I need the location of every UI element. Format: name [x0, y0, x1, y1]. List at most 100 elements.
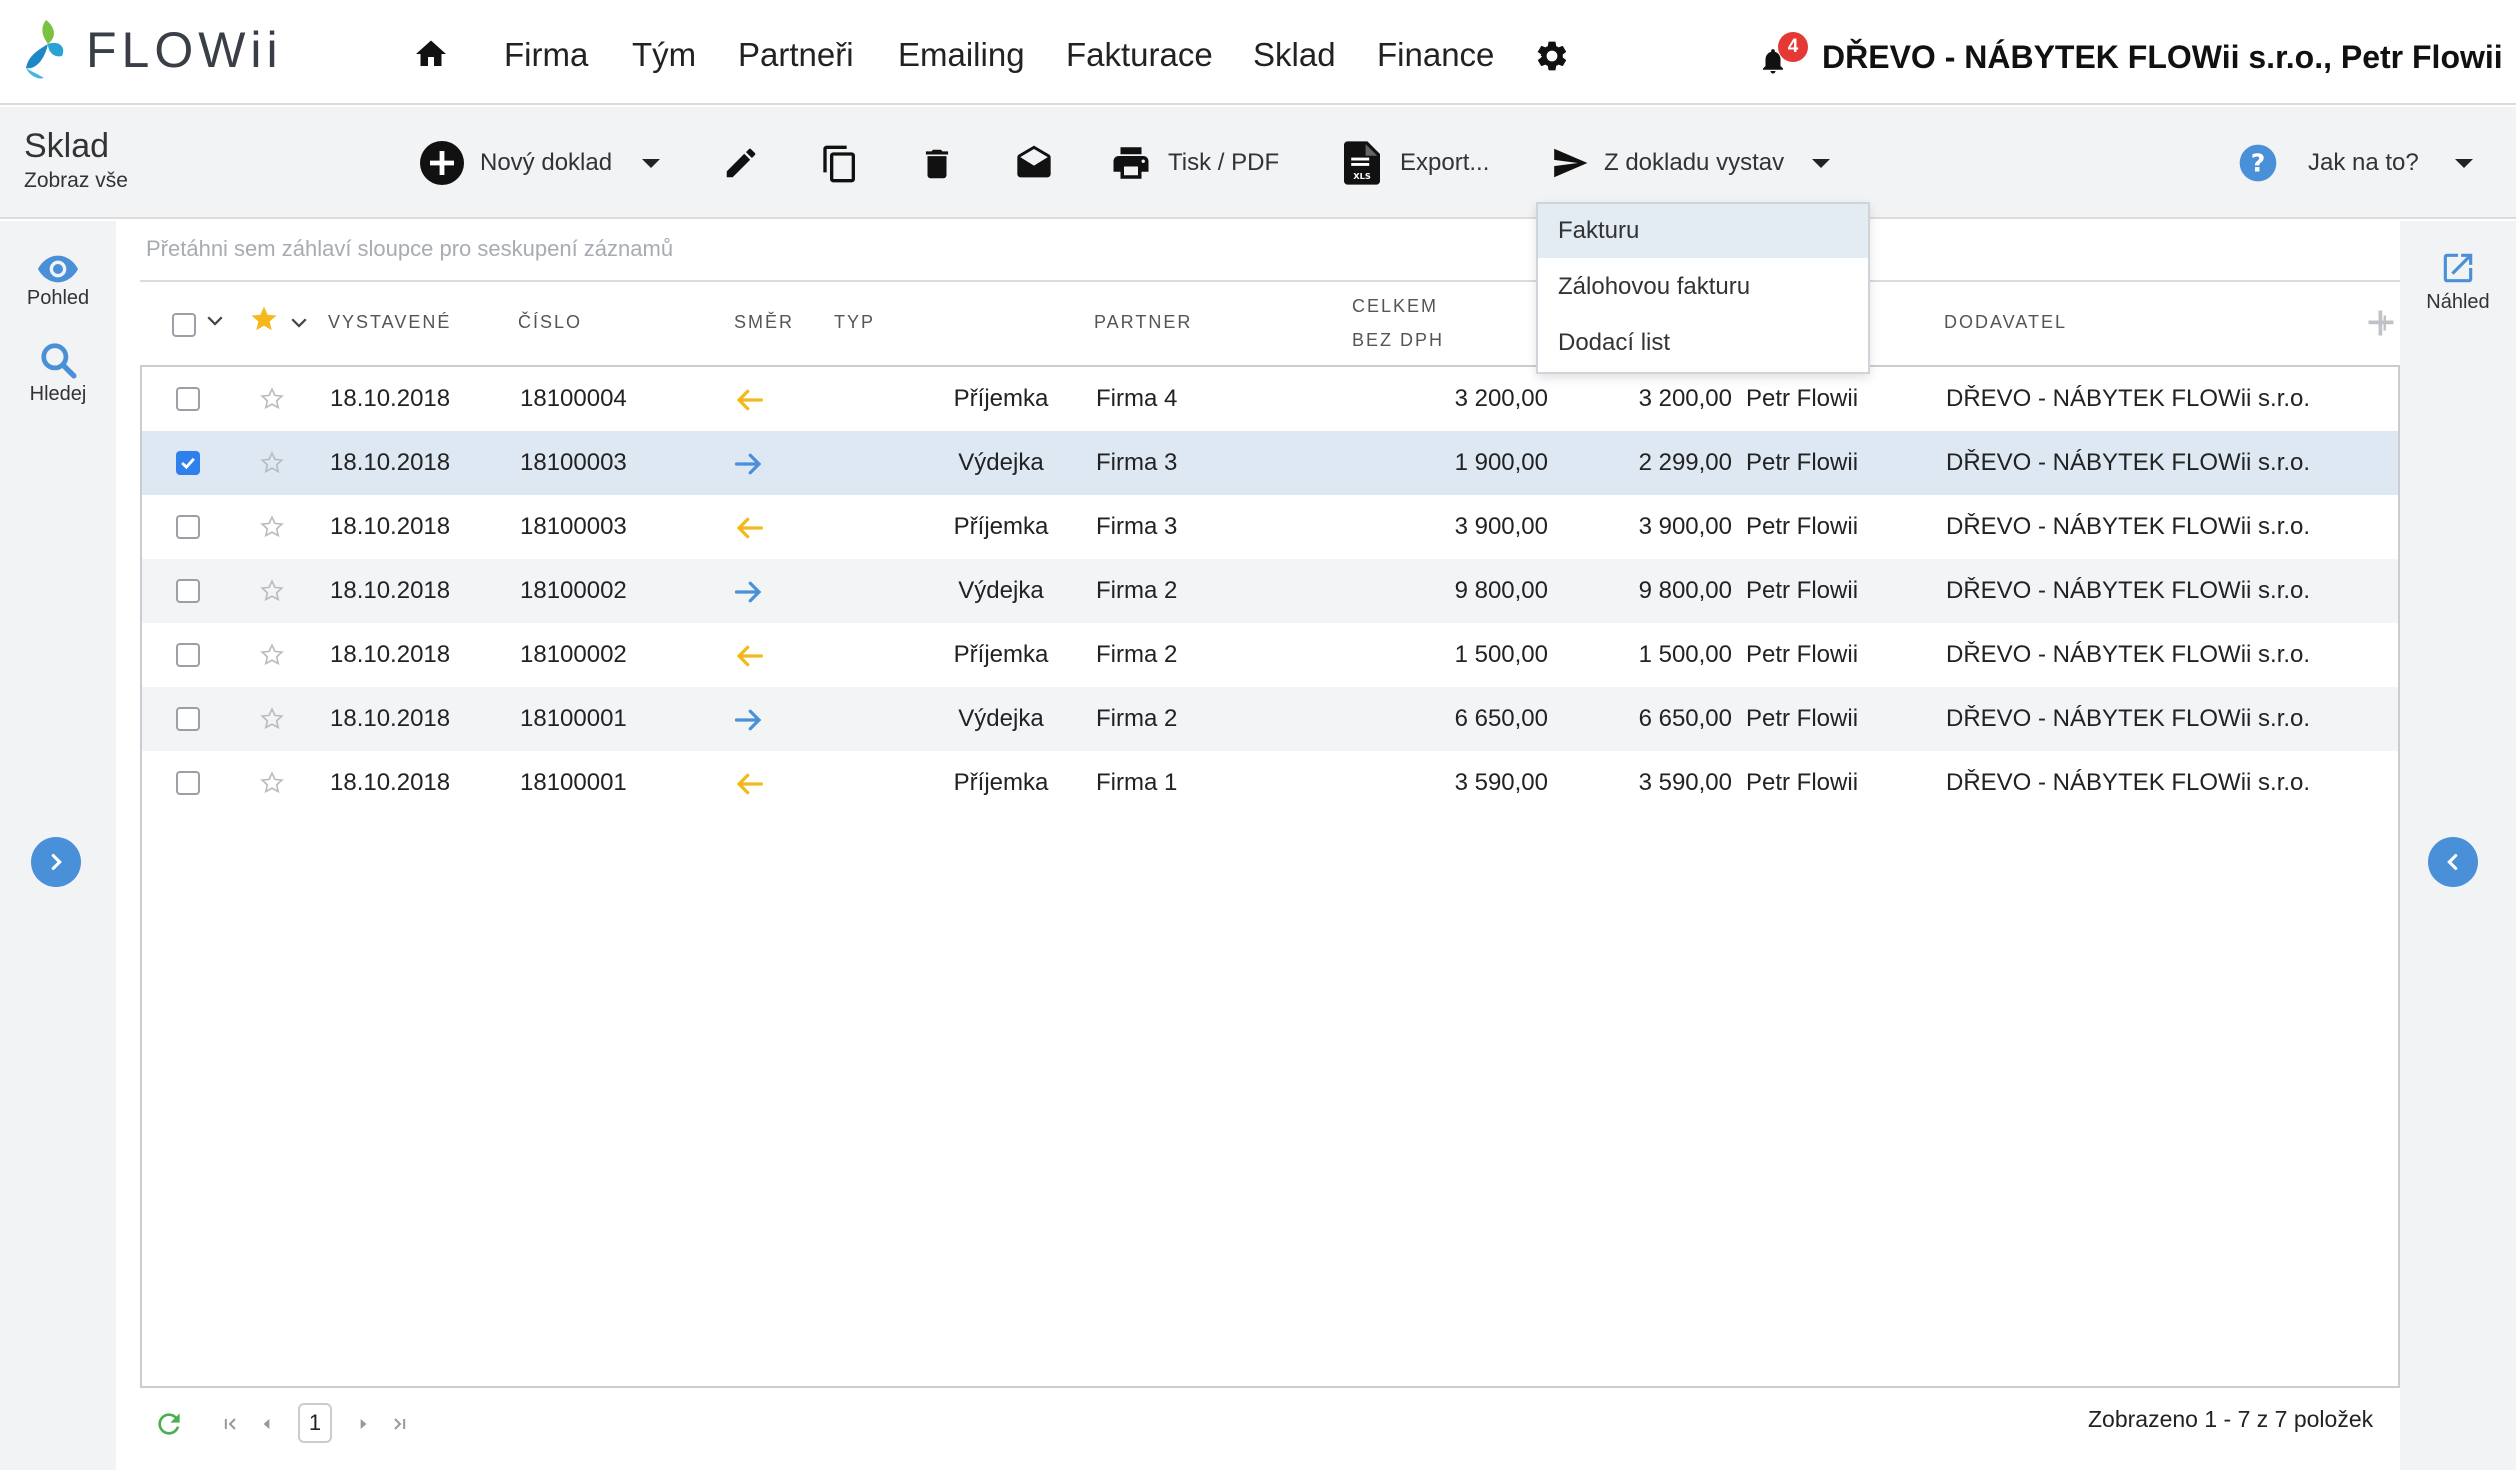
chevron-down-icon[interactable] — [1812, 158, 1831, 168]
expand-right-panel-button[interactable] — [2428, 837, 2478, 887]
row-checkbox[interactable] — [176, 771, 200, 795]
issue-from-document-label: Z dokladu vystav — [1604, 149, 1785, 176]
table-row[interactable]: 18.10.2018 18100004 Příjemka Firma 4 3 200,0… — [142, 367, 2398, 431]
printer-icon — [1113, 147, 1149, 179]
nav-item-finance[interactable]: Finance — [1377, 30, 1494, 80]
row-checkbox[interactable] — [176, 451, 200, 475]
issue-from-document-button[interactable]: Z dokladu vystav — [1548, 135, 1831, 191]
copy-icon[interactable] — [820, 144, 860, 184]
column-header-issued[interactable]: VYSTAVENÉ — [328, 312, 451, 333]
cell-total: 2 299,00 — [1638, 449, 1732, 476]
logo-icon — [26, 20, 64, 79]
favorite-star-icon[interactable] — [258, 705, 286, 733]
nav-item-emailing[interactable]: Emailing — [898, 30, 1025, 80]
table-row[interactable]: 18.10.2018 18100001 Příjemka Firma 1 3 590,0… — [142, 751, 2398, 815]
column-settings-icon[interactable] — [2366, 310, 2396, 336]
row-checkbox[interactable] — [176, 515, 200, 539]
current-page[interactable]: 1 — [298, 1403, 332, 1443]
new-document-button[interactable]: Nový doklad — [418, 135, 661, 191]
table-row[interactable]: 18.10.2018 18100002 Výdejka Firma 2 9 800,00… — [142, 559, 2398, 623]
column-header-type[interactable]: TYP — [834, 312, 875, 333]
help-button[interactable]: ? Jak na to? — [2238, 135, 2473, 191]
cell-number: 18100002 — [520, 641, 627, 668]
cell-supplier: DŘEVO - NÁBYTEK FLOWii s.r.o. — [1946, 385, 2311, 412]
cell-total: 3 900,00 — [1638, 513, 1732, 540]
favorite-star-icon[interactable] — [258, 577, 286, 605]
nav-item-sklad[interactable]: Sklad — [1253, 30, 1336, 80]
row-checkbox[interactable] — [176, 387, 200, 411]
favorite-star-icon[interactable] — [258, 513, 286, 541]
menu-item-invoice[interactable]: Fakturu — [1538, 204, 1868, 258]
logo[interactable]: FLOWii — [24, 18, 283, 82]
chevron-down-icon[interactable] — [2454, 158, 2473, 168]
first-page-icon[interactable] — [220, 1414, 240, 1434]
cell-issued: 18.10.2018 — [330, 513, 451, 540]
cell-supplier: DŘEVO - NÁBYTEK FLOWii s.r.o. — [1946, 705, 2311, 732]
svg-text:XLS: XLS — [1353, 171, 1371, 181]
print-pdf-button[interactable]: Tisk / PDF — [1108, 135, 1279, 191]
favorite-star-icon[interactable] — [258, 385, 286, 413]
home-icon[interactable] — [413, 36, 449, 72]
previous-page-icon[interactable] — [256, 1414, 276, 1434]
cell-total-net: 3 200,00 — [1454, 385, 1548, 412]
svg-text:?: ? — [2251, 148, 2266, 177]
arrow-left-icon — [736, 645, 764, 667]
column-header-total-line2[interactable]: BEZ DPH — [1352, 330, 1444, 351]
arrow-left-icon — [736, 517, 764, 539]
preview-button[interactable]: Náhled — [2400, 249, 2516, 314]
delete-trash-icon[interactable] — [918, 144, 956, 184]
group-by-drop-zone[interactable]: Přetáhni sem záhlaví sloupce pro seskupe… — [146, 236, 673, 262]
row-checkbox[interactable] — [176, 643, 200, 667]
expand-left-panel-button[interactable] — [31, 837, 81, 887]
chevron-down-icon[interactable] — [206, 314, 224, 328]
view-button[interactable]: Pohled — [0, 255, 116, 310]
notifications-button[interactable]: 4 — [1758, 32, 1812, 82]
chevron-down-icon[interactable] — [642, 158, 661, 168]
next-page-icon[interactable] — [354, 1414, 374, 1434]
select-all-checkbox[interactable] — [172, 313, 196, 337]
column-header-direction[interactable]: SMĚR — [734, 312, 794, 333]
edit-pencil-icon[interactable] — [722, 144, 760, 182]
company-user-name[interactable]: DŘEVO - NÁBYTEK FLOWii s.r.o., Petr Flow… — [1822, 32, 2503, 82]
cell-issued: 18.10.2018 — [330, 641, 451, 668]
column-header-number[interactable]: ČÍSLO — [518, 312, 582, 333]
nav-item-firma[interactable]: Firma — [504, 30, 588, 80]
top-navigation-bar: FLOWii Firma Tým Partneři Emailing Faktu… — [0, 0, 2516, 105]
menu-item-delivery-note[interactable]: Dodací list — [1538, 316, 1868, 370]
column-header-partner[interactable]: PARTNER — [1094, 312, 1192, 333]
chevron-right-icon — [51, 854, 62, 870]
email-open-icon[interactable] — [1012, 144, 1056, 184]
nav-item-tym[interactable]: Tým — [632, 30, 696, 80]
star-filled-icon[interactable] — [248, 304, 280, 334]
table-row[interactable]: 18.10.2018 18100003 Výdejka Firma 3 1 900,00… — [142, 431, 2398, 495]
column-header-supplier[interactable]: DODAVATEL — [1944, 312, 2067, 333]
cell-person: Petr Flowii — [1746, 385, 1859, 412]
favorite-star-icon[interactable] — [258, 641, 286, 669]
export-button[interactable]: XLS Export... — [1344, 135, 1489, 191]
table-row[interactable]: 18.10.2018 18100001 Výdejka Firma 2 6 650,00… — [142, 687, 2398, 751]
gear-icon[interactable] — [1534, 38, 1570, 74]
add-circle-icon — [420, 141, 464, 185]
menu-item-advance-invoice[interactable]: Zálohovou fakturu — [1538, 260, 1868, 314]
favorite-star-icon[interactable] — [258, 449, 286, 477]
cell-issued: 18.10.2018 — [330, 385, 451, 412]
table-row[interactable]: 18.10.2018 18100002 Příjemka Firma 2 1 500,0… — [142, 623, 2398, 687]
cell-number: 18100002 — [520, 577, 627, 604]
module-title: Sklad — [24, 127, 110, 165]
cell-supplier: DŘEVO - NÁBYTEK FLOWii s.r.o. — [1946, 769, 2311, 796]
refresh-icon[interactable] — [152, 1408, 186, 1440]
search-button[interactable]: Hledej — [0, 341, 116, 406]
row-checkbox[interactable] — [176, 579, 200, 603]
chevron-down-icon[interactable] — [290, 316, 308, 330]
nav-item-partneri[interactable]: Partneři — [738, 30, 854, 80]
cell-supplier: DŘEVO - NÁBYTEK FLOWii s.r.o. — [1946, 513, 2311, 540]
module-subtitle[interactable]: Zobraz vše — [24, 169, 128, 193]
last-page-icon[interactable] — [390, 1414, 410, 1434]
table-row[interactable]: 18.10.2018 18100003 Příjemka Firma 3 3 900,0… — [142, 495, 2398, 559]
column-header-total-line1[interactable]: CELKEM — [1352, 296, 1438, 317]
cell-number: 18100003 — [520, 449, 627, 476]
nav-item-fakturace[interactable]: Fakturace — [1066, 30, 1213, 80]
cell-person: Petr Flowii — [1746, 641, 1859, 668]
row-checkbox[interactable] — [176, 707, 200, 731]
favorite-star-icon[interactable] — [258, 769, 286, 797]
